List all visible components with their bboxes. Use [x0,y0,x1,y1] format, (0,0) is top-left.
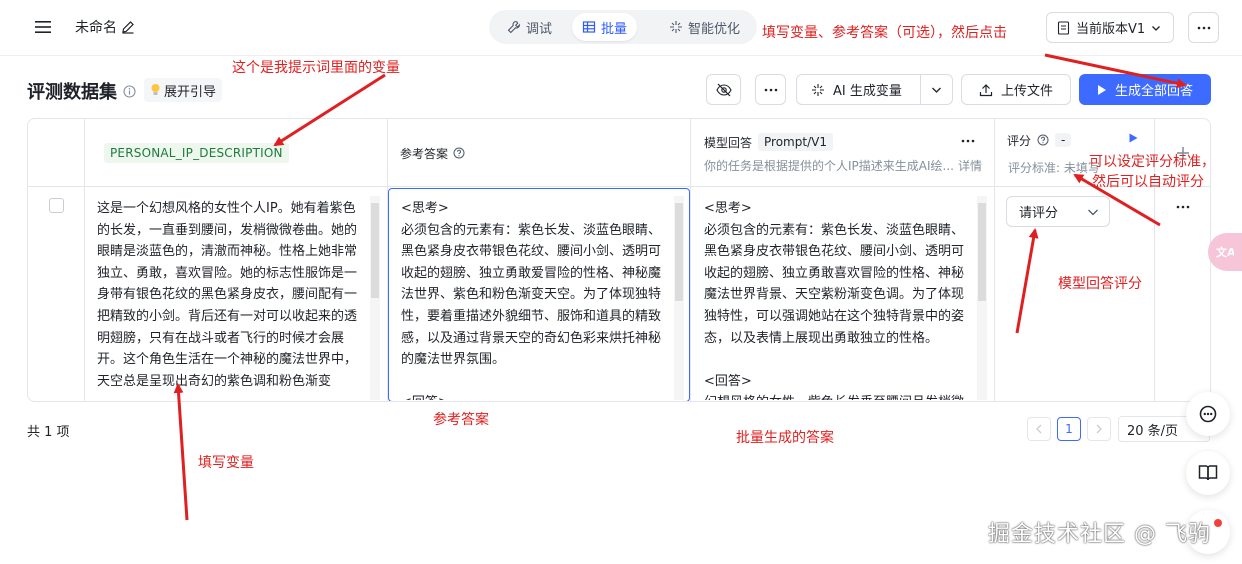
expand-guide-label: 展开引导 [164,84,217,100]
title-text: 未命名 [75,20,117,36]
model-answer-scrollbar[interactable] [978,203,986,301]
more-icon [764,88,777,91]
play-icon [1097,84,1106,95]
sparkle-icon [812,83,824,96]
book-icon [1198,465,1218,481]
mode-tabs: 调试 批量 智能优化 [489,10,757,44]
total-count: 共 1 项 [27,425,70,440]
annotation-variable: 这个是我提示词里面的变量 [232,60,400,76]
docs-button[interactable] [1186,451,1230,495]
annotation-model-score: 模型回答评分 [1058,276,1142,292]
score-badge: - [1055,133,1072,147]
annotation-batch-answer: 批量生成的答案 [736,430,834,446]
wrench-icon [507,20,521,34]
prompt-version-tag: Prompt/V1 [758,133,833,151]
menu-icon[interactable] [28,12,58,42]
version-select[interactable]: 当前版本V1 [1046,12,1174,43]
more-options-button[interactable] [1188,12,1219,43]
reference-answer-input[interactable]: <思考> 必须包含的元素有：紫色长发、淡蓝色眼睛、黑色紧身皮衣带银色花纹、腰间小… [401,198,666,400]
info-icon[interactable] [123,84,136,98]
page-title[interactable]: 未命名 [75,17,135,37]
section-title-text: 评测数据集 [27,82,117,103]
notification-dot [1214,519,1222,527]
help-icon[interactable] [1037,134,1049,146]
prompt-desc-text: 你的任务是根据提供的个人IP描述来生成AI绘... [704,159,954,173]
score-select[interactable]: 请评分 [1006,196,1110,227]
annotation-fill-and-click: 填写变量、参考答案（可选），然后点击 [762,25,1007,41]
lightbulb-icon [151,84,160,95]
score-header-label: 评分 [1007,133,1032,148]
section-title: 评测数据集 [27,78,136,104]
eye-off-icon [715,83,732,96]
reference-scrollbar[interactable] [675,203,683,301]
prompt-detail-link[interactable]: 详情 [958,157,982,174]
variable-cell[interactable]: 这是一个幻想风格的女性个人IP。她有着紫色的长发，一直垂到腰间，发梢微微卷曲。她… [97,198,359,400]
score-select-label: 请评分 [1019,206,1059,221]
tab-debug[interactable]: 调试 [497,13,562,41]
version-label: 当前版本V1 [1076,22,1146,37]
next-page-button[interactable] [1087,417,1111,441]
top-bar: 未命名 调试 批量 智能优化 当前版本V1 [0,0,1242,56]
feedback-button[interactable] [1186,392,1230,436]
row-more-icon[interactable] [1176,205,1190,209]
svg-text:文A: 文A [1216,245,1234,259]
hide-toggle-button[interactable] [706,74,741,105]
generate-all-label: 生成全部回答 [1114,84,1193,99]
model-answer-header-label: 模型回答 [704,135,753,150]
tab-optimize-label: 智能优化 [688,21,741,37]
row-checkbox[interactable] [49,198,64,213]
score-column-header: 评分 - [1007,129,1072,151]
annotation-auto-score: 然后可以自动评分 [1092,174,1204,190]
chevron-left-icon [1036,424,1042,434]
sparkle-icon [670,21,682,33]
variable-scrollbar[interactable] [371,203,379,298]
translate-icon[interactable]: 文A [1208,233,1242,271]
model-answer-column-header: 模型回答 Prompt/V1 [704,131,833,153]
tab-optimize[interactable]: 智能优化 [659,13,750,41]
prompt-description: 你的任务是根据提供的个人IP描述来生成AI绘... 详情 [704,157,986,174]
variable-column-header: PERSONAL_IP_DESCRIPTION [104,119,289,187]
model-answer-cell: <思考> 必须包含的元素有：紫色长发、淡蓝色眼睛、黑色紧身皮衣带银色花纹、腰间小… [704,201,965,400]
tab-batch-label: 批量 [601,21,628,37]
run-score-icon[interactable] [1129,133,1138,143]
chevron-down-icon [1088,209,1098,215]
annotation-fill-variable: 填写变量 [198,455,254,471]
upload-file-button[interactable]: 上传文件 [961,74,1071,105]
table-icon [582,21,596,33]
help-icon[interactable] [453,147,465,159]
annotation-reference: 参考答案 [433,412,489,428]
score-standard[interactable]: 评分标准: 未填写 [1008,159,1100,176]
expand-guide-button[interactable]: 展开引导 [144,78,223,102]
prev-page-button[interactable] [1027,417,1051,441]
document-icon [1057,20,1070,35]
page-number[interactable]: 1 [1057,417,1081,441]
more-actions-button[interactable] [755,74,786,105]
edit-icon[interactable] [121,20,135,34]
tab-debug-label: 调试 [526,21,553,37]
chevron-down-icon[interactable] [931,85,942,95]
more-icon [1197,26,1210,29]
generate-all-button[interactable]: 生成全部回答 [1079,74,1211,105]
variable-tag: PERSONAL_IP_DESCRIPTION [104,143,289,163]
annotation-score-standard: 可以设定评分标准， [1089,154,1215,170]
reference-column-header: 参考答案 [400,119,465,187]
reference-header-label: 参考答案 [400,146,449,161]
chevron-right-icon [1096,424,1102,434]
watermark: 掘金技术社区 @ 飞驹 [988,522,1211,547]
upload-icon [979,83,993,96]
chevron-down-icon [1152,25,1161,31]
chat-icon [1199,405,1217,423]
ai-generate-variables-button[interactable]: AI 生成变量 [796,74,953,105]
column-more-icon[interactable] [961,132,975,147]
tab-batch[interactable]: 批量 [572,13,638,41]
ai-generate-label: AI 生成变量 [833,84,902,99]
upload-label: 上传文件 [1000,84,1053,99]
